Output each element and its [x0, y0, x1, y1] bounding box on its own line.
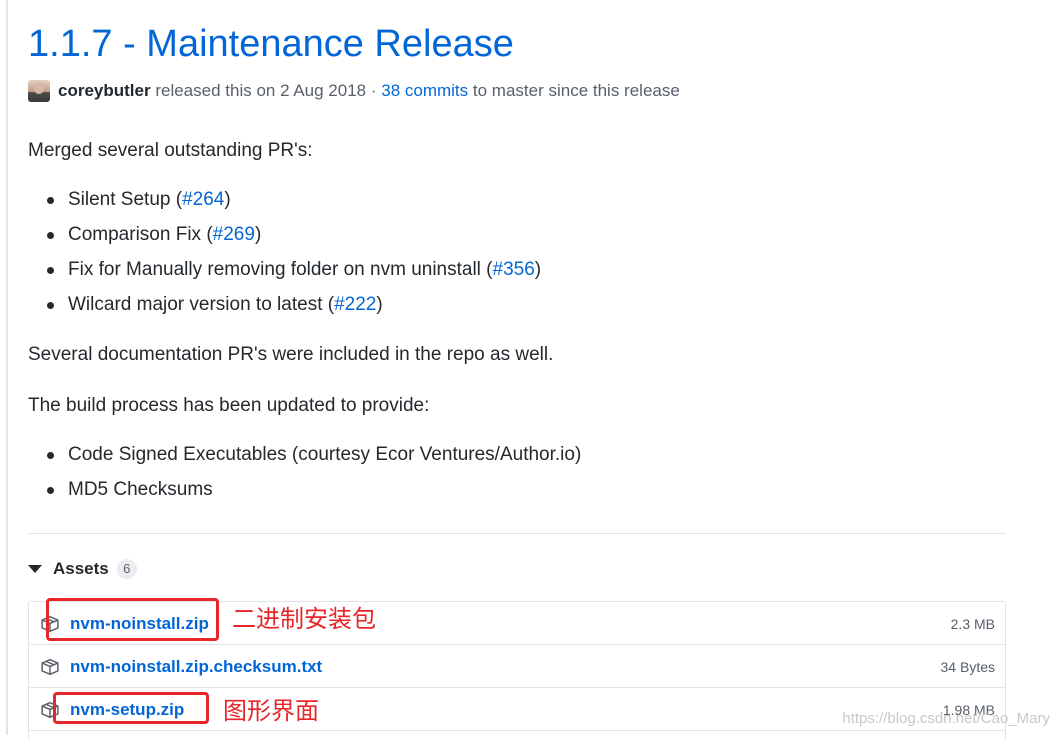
avatar[interactable] [28, 80, 50, 102]
left-border [6, 0, 8, 735]
asset-link[interactable]: nvm-noinstall.zip.checksum.txt [70, 655, 322, 679]
assets-count-badge: 6 [116, 559, 137, 579]
notes-intro: Merged several outstanding PR's: [28, 140, 313, 161]
commits-link[interactable]: 38 commits [381, 81, 468, 101]
annotation-box [53, 692, 209, 724]
pr-list: Silent Setup (#264) Comparison Fix (#269… [28, 187, 541, 327]
pr-link[interactable]: #264 [182, 189, 224, 210]
asset-size: 34 Bytes [940, 659, 995, 675]
watermark: https://blog.csdn.net/Cao_Mary [842, 710, 1050, 727]
commits-suffix: to master since this release [472, 81, 680, 100]
pr-link[interactable]: #222 [334, 294, 376, 315]
build-line: The build process has been updated to pr… [28, 395, 430, 416]
release-meta: coreybutler released this on 2 Aug 2018 … [28, 78, 680, 104]
annotation-label: 图形界面 [223, 698, 319, 725]
assets-toggle[interactable]: Assets 6 [28, 556, 137, 582]
asset-size: 2.3 MB [950, 616, 995, 632]
author-link[interactable]: coreybutler [58, 81, 151, 101]
caret-down-icon [28, 565, 42, 573]
list-item: Comparison Fix (#269) [28, 222, 541, 257]
pr-link[interactable]: #269 [213, 224, 255, 245]
docs-line: Several documentation PR's were included… [28, 344, 554, 365]
pr-link[interactable]: #356 [493, 259, 535, 280]
annotation-box [46, 598, 219, 641]
package-icon [41, 658, 59, 676]
build-list: Code Signed Executables (courtesy Ecor V… [28, 442, 581, 512]
divider [28, 533, 1006, 534]
annotation-label: 二进制安装包 [232, 606, 376, 633]
released-text: released this on 2 Aug 2018 · [155, 81, 377, 100]
asset-row: nvm-noinstall.zip.checksum.txt 34 Bytes [29, 645, 1005, 688]
list-item: MD5 Checksums [28, 477, 581, 512]
list-item: Wilcard major version to latest (#222) [28, 292, 541, 327]
assets-label: Assets [53, 559, 109, 578]
list-item: Fix for Manually removing folder on nvm … [28, 257, 541, 292]
release-title[interactable]: 1.1.7 - Maintenance Release [28, 20, 514, 68]
list-item: Silent Setup (#264) [28, 187, 541, 222]
list-item: Code Signed Executables (courtesy Ecor V… [28, 442, 581, 477]
